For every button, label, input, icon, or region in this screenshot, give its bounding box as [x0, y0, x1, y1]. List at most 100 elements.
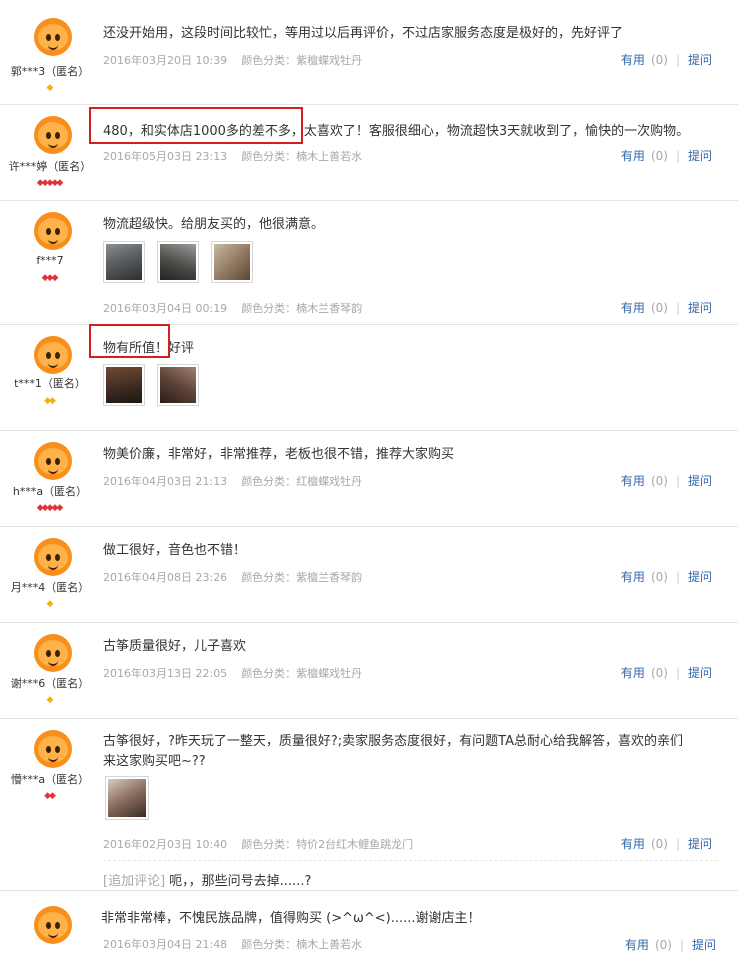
review-meta: 2016年03月04日 00:19 颜色分类：楠木兰香琴韵: [103, 300, 362, 316]
followup-tag: [追加评论]: [103, 874, 166, 889]
category-label: 颜色分类：: [241, 150, 297, 163]
reviewer-level-badge: ◆◆◆◆◆: [36, 503, 64, 513]
review-category: 紫檀兰香琴韵: [296, 571, 363, 584]
review-actions: 有用 (0) | 提问: [621, 472, 712, 489]
useful-button[interactable]: 有用: [621, 570, 645, 584]
review-date: 2016年03月20日 10:39: [103, 54, 228, 67]
reviewer-level-badge: ◆◆◆◆◆: [36, 178, 64, 188]
useful-button[interactable]: 有用: [621, 149, 645, 163]
reviewer-name: 许***婷（匿名）: [8, 160, 92, 173]
divider: |: [675, 570, 680, 584]
review-actions: 有用 (0) | 提问: [621, 835, 712, 852]
review-item: f***7 ◆◆◆ 物流超级快。给朋友买的，他很满意。 2016年03月04日 …: [0, 200, 738, 325]
useful-count: (0): [650, 301, 668, 315]
category-label: 颜色分类：: [241, 302, 297, 315]
highlight-box: [89, 324, 170, 358]
useful-button[interactable]: 有用: [621, 474, 645, 488]
category-label: 颜色分类：: [241, 838, 297, 851]
reviewer-name: f***7: [36, 254, 64, 267]
divider: |: [675, 837, 680, 851]
reviewer-name: h***a（匿名）: [12, 485, 88, 498]
review-date: 2016年04月08日 23:26: [103, 571, 228, 584]
review-text: 非常非常棒，不愧民族品牌，值得购买 (>^ω^<)......谢谢店主！: [101, 911, 481, 926]
review-text: 做工很好，音色也不错！: [103, 543, 247, 558]
review-date: 2016年02月03日 10:40: [103, 838, 228, 851]
review-actions: 有用 (0) | 提问: [621, 147, 712, 164]
category-label: 颜色分类：: [241, 667, 297, 680]
review-meta: 2016年04月03日 21:13 颜色分类：红檀蝶戏牡丹: [103, 473, 362, 489]
review-item: h***a（匿名） ◆◆◆◆◆ 物美价廉，非常好，非常推荐，老板也很不错，推荐大…: [0, 430, 738, 527]
category-label: 颜色分类：: [241, 938, 297, 951]
review-item: 月***4（匿名） ◆ 做工很好，音色也不错！ 2016年04月08日 23:2…: [0, 526, 738, 623]
review-actions: 有用 (0) | 提问: [625, 936, 716, 953]
review-meta: 2016年04月08日 23:26 颜色分类：紫檀兰香琴韵: [103, 569, 362, 585]
reviewer-level-badge: ◆: [46, 695, 54, 705]
review-meta: 2016年03月13日 22:05 颜色分类：紫檀蝶戏牡丹: [103, 665, 362, 681]
reviewer-name: 郭***3（匿名）: [10, 65, 90, 78]
review-text-continued: 来这家购买吧~??: [103, 754, 206, 769]
useful-count: (0): [650, 474, 668, 488]
reviewer-level-badge: ◆◆: [44, 396, 56, 406]
followup-comment: [追加评论] 呃，，那些问号去掉......?: [103, 870, 311, 889]
review-item: 许***婷（匿名） ◆◆◆◆◆ 480，和实体店1000多的差不多，太喜欢了！客…: [0, 104, 738, 201]
review-text: 还没开始用，这段时间比较忙，等用过以后再评价，不过店家服务态度是极好的，先好评了: [103, 26, 624, 41]
review-category: 红檀蝶戏牡丹: [296, 475, 363, 488]
review-category: 楠木上善若水: [296, 938, 363, 951]
review-item: 懵***a（匿名） ◆◆ 古筝很好，?昨天玩了一整天，质量很好?;卖家服务态度很…: [0, 718, 738, 891]
reviewer-level-badge: ◆: [46, 83, 54, 93]
avatar[interactable]: [34, 212, 72, 250]
review-text: 物美价廉，非常好，非常推荐，老板也很不错，推荐大家购买: [103, 447, 455, 462]
followup-divider: [103, 860, 718, 861]
ask-button[interactable]: 提问: [688, 837, 712, 851]
review-photo[interactable]: [157, 364, 199, 406]
ask-button[interactable]: 提问: [688, 570, 712, 584]
avatar[interactable]: [34, 538, 72, 576]
review-category: 楠木上善若水: [296, 150, 363, 163]
review-text: 古筝很好，?昨天玩了一整天，质量很好?;卖家服务态度很好，有问题TA总耐心给我解…: [103, 734, 684, 749]
review-item: 非常非常棒，不愧民族品牌，值得购买 (>^ω^<)......谢谢店主！ 201…: [0, 890, 738, 953]
review-photo[interactable]: [105, 776, 149, 820]
review-actions: 有用 (0) | 提问: [621, 568, 712, 585]
avatar[interactable]: [34, 906, 72, 944]
avatar[interactable]: [34, 730, 72, 768]
useful-button[interactable]: 有用: [621, 666, 645, 680]
reviewer-name: 月***4（匿名）: [10, 581, 90, 594]
divider: |: [675, 474, 680, 488]
useful-button[interactable]: 有用: [621, 837, 645, 851]
avatar[interactable]: [34, 116, 72, 154]
review-category: 楠木兰香琴韵: [296, 302, 363, 315]
useful-button[interactable]: 有用: [621, 301, 645, 315]
review-photo[interactable]: [103, 364, 145, 406]
review-date: 2016年03月04日 21:48: [103, 938, 228, 951]
divider: |: [675, 53, 680, 67]
avatar[interactable]: [34, 18, 72, 56]
ask-button[interactable]: 提问: [688, 149, 712, 163]
ask-button[interactable]: 提问: [688, 301, 712, 315]
review-photo[interactable]: [211, 241, 253, 283]
review-photo[interactable]: [103, 241, 145, 283]
category-label: 颜色分类：: [241, 475, 297, 488]
reviewer-name: 谢***6（匿名）: [10, 677, 90, 690]
ask-button[interactable]: 提问: [688, 474, 712, 488]
avatar[interactable]: [34, 336, 72, 374]
ask-button[interactable]: 提问: [688, 666, 712, 680]
review-meta: 2016年05月03日 23:13 颜色分类：楠木上善若水: [103, 148, 362, 164]
reviewer-level-badge: ◆◆◆: [41, 273, 59, 283]
review-meta: 2016年03月20日 10:39 颜色分类：紫檀蝶戏牡丹: [103, 52, 362, 68]
review-date: 2016年03月13日 22:05: [103, 667, 228, 680]
review-actions: 有用 (0) | 提问: [621, 299, 712, 316]
review-photo[interactable]: [157, 241, 199, 283]
avatar[interactable]: [34, 634, 72, 672]
useful-button[interactable]: 有用: [621, 53, 645, 67]
review-date: 2016年03月04日 00:19: [103, 302, 228, 315]
useful-count: (0): [650, 149, 668, 163]
review-item: t***1（匿名） ◆◆ 物有所值！好评: [0, 324, 738, 431]
review-text: 古筝质量很好，儿子喜欢: [103, 639, 247, 654]
avatar[interactable]: [34, 442, 72, 480]
ask-button[interactable]: 提问: [688, 53, 712, 67]
divider: |: [675, 301, 680, 315]
review-category: 紫檀蝶戏牡丹: [296, 54, 363, 67]
highlight-box: [89, 107, 303, 144]
review-date: 2016年04月03日 21:13: [103, 475, 228, 488]
useful-count: (0): [650, 837, 668, 851]
